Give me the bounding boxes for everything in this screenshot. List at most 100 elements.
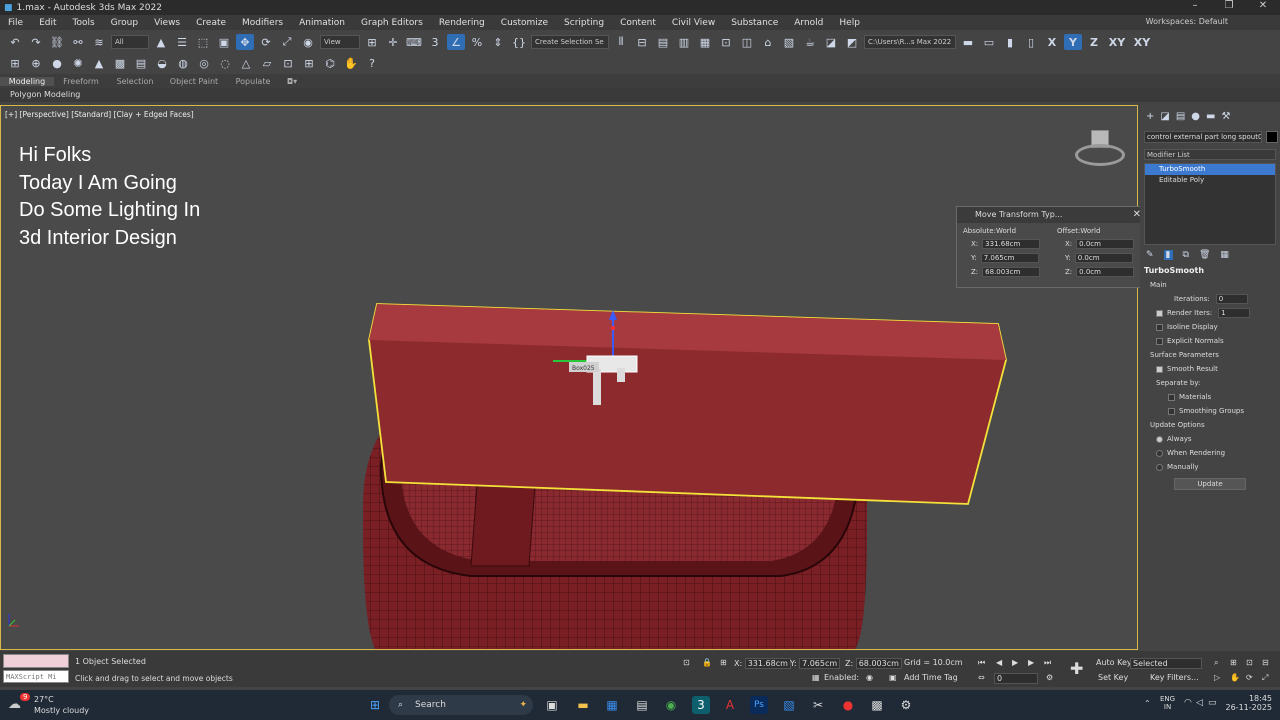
- hand-icon[interactable]: ✋: [342, 55, 360, 71]
- teapot-icon[interactable]: ◒: [153, 55, 171, 71]
- select-by-name-icon[interactable]: ☰: [173, 34, 191, 50]
- menu-edit[interactable]: Edit: [31, 18, 64, 28]
- curve-editor-icon[interactable]: ▦: [696, 34, 714, 50]
- tab-populate[interactable]: Populate: [226, 77, 280, 86]
- add-time-tag[interactable]: Add Time Tag: [904, 673, 958, 682]
- close-button[interactable]: ✕: [1246, 0, 1280, 11]
- hierarchy-tab-icon[interactable]: ▤: [1176, 111, 1185, 122]
- key-set-dropdown[interactable]: Selected: [1130, 658, 1202, 669]
- zoom-extents-all-icon[interactable]: ⊟: [1262, 658, 1269, 667]
- rotate-icon[interactable]: ⟳: [257, 34, 275, 50]
- task-view-icon[interactable]: ▣: [543, 696, 561, 714]
- status-z-field[interactable]: 68.003cm: [855, 658, 902, 669]
- smoothing-groups-checkbox[interactable]: [1168, 407, 1175, 415]
- light-bulb-icon[interactable]: ●: [48, 55, 66, 71]
- schematic-view-icon[interactable]: ⊡: [717, 34, 735, 50]
- object-color-swatch[interactable]: [1266, 131, 1278, 143]
- fov-icon[interactable]: ▷: [1214, 673, 1220, 682]
- modify-tab-icon[interactable]: ◪: [1160, 111, 1169, 122]
- volume-icon[interactable]: ◁: [1196, 698, 1203, 708]
- file-explorer-icon[interactable]: ▬: [574, 696, 592, 714]
- calculator-icon[interactable]: ▤: [633, 696, 651, 714]
- angle-snap-icon[interactable]: ∠: [447, 34, 465, 50]
- link-icon[interactable]: ⛓: [48, 34, 66, 50]
- plane-icon[interactable]: ▱: [258, 55, 276, 71]
- chrome-icon[interactable]: ◉: [662, 696, 680, 714]
- display-tab-icon[interactable]: ▬: [1206, 111, 1215, 122]
- menu-arnold[interactable]: Arnold: [786, 18, 831, 28]
- menu-file[interactable]: File: [0, 18, 31, 28]
- unlink-icon[interactable]: ⚯: [69, 34, 87, 50]
- menu-group[interactable]: Group: [103, 18, 146, 28]
- stack-item-turbosmooth[interactable]: TurboSmooth: [1145, 164, 1275, 175]
- goto-start-icon[interactable]: ⏮: [978, 658, 985, 668]
- snaps-icon[interactable]: 3: [426, 34, 444, 50]
- bind-spacewarp-icon[interactable]: ≋: [90, 34, 108, 50]
- language-indicator[interactable]: ENG IN: [1160, 695, 1175, 711]
- key-mode-icon[interactable]: ⇔: [978, 673, 985, 682]
- menu-civil-view[interactable]: Civil View: [664, 18, 723, 28]
- key-filters-button[interactable]: Key Filters...: [1150, 673, 1199, 682]
- help-icon[interactable]: ?: [363, 55, 381, 71]
- menu-scripting[interactable]: Scripting: [556, 18, 612, 28]
- edit-named-sets-icon[interactable]: {}: [510, 34, 528, 50]
- stack-item-editable-poly[interactable]: Editable Poly: [1145, 175, 1275, 186]
- menu-views[interactable]: Views: [146, 18, 188, 28]
- app-film-icon[interactable]: ▩: [868, 696, 886, 714]
- rect-selection-icon[interactable]: ⬚: [194, 34, 212, 50]
- render-setup-icon[interactable]: ⌂: [759, 34, 777, 50]
- explicit-normals-checkbox[interactable]: [1156, 337, 1163, 345]
- workspaces-selector[interactable]: Workspaces: Default: [1146, 17, 1228, 26]
- cylinder-icon[interactable]: ▤: [132, 55, 150, 71]
- always-radio[interactable]: [1156, 435, 1163, 443]
- pyramid-icon[interactable]: △: [237, 55, 255, 71]
- project-save-icon[interactable]: ▯: [1022, 34, 1040, 50]
- mirror-icon[interactable]: ⫴: [612, 34, 630, 50]
- menu-content[interactable]: Content: [612, 18, 664, 28]
- tab-selection[interactable]: Selection: [108, 77, 162, 86]
- clock[interactable]: 18:45 26-11-2025: [1222, 694, 1273, 712]
- material-editor-icon[interactable]: ◫: [738, 34, 756, 50]
- render-iters-spinner[interactable]: 1: [1218, 308, 1251, 318]
- camera-icon[interactable]: ⌬: [321, 55, 339, 71]
- align-icon[interactable]: ⊟: [633, 34, 651, 50]
- viewcube-icon[interactable]: [1075, 130, 1125, 170]
- wifi-icon[interactable]: ◠: [1184, 698, 1192, 708]
- render-icon[interactable]: ☕: [801, 34, 819, 50]
- off-y-field[interactable]: 0.0cm: [1074, 253, 1133, 263]
- keyboard-shortcut-icon[interactable]: ⌨: [405, 34, 423, 50]
- pan-icon[interactable]: ✋: [1230, 673, 1240, 682]
- window-crossing-icon[interactable]: ▣: [215, 34, 233, 50]
- object-name-field[interactable]: control external part long spout001: [1144, 131, 1262, 143]
- layers-add-icon[interactable]: ⊕: [27, 55, 45, 71]
- tab-freeform[interactable]: Freeform: [54, 77, 108, 86]
- layers-icon[interactable]: ⊞: [6, 55, 24, 71]
- axis-z-button[interactable]: Z: [1085, 34, 1103, 50]
- update-button[interactable]: Update: [1174, 478, 1246, 490]
- undo-icon[interactable]: ↶: [6, 34, 24, 50]
- ribbon-panel[interactable]: Polygon Modeling: [0, 88, 1280, 102]
- axis-xy-button[interactable]: XY: [1106, 34, 1128, 50]
- remove-modifier-icon[interactable]: 🗑: [1199, 250, 1210, 260]
- set-key-button[interactable]: Set Key: [1098, 673, 1128, 682]
- maxscript-mini-input[interactable]: MAXScript Mi: [3, 670, 69, 683]
- abs-y-field[interactable]: 7.065cm: [980, 253, 1039, 263]
- smooth-result-checkbox[interactable]: [1156, 365, 1163, 373]
- abs-mode-icon[interactable]: ⊞: [720, 658, 727, 667]
- time-config-icon[interactable]: ⚙: [1046, 673, 1053, 682]
- maximize-viewport-icon[interactable]: ⤢: [1262, 673, 1268, 683]
- render-iters-checkbox[interactable]: [1156, 309, 1163, 317]
- menu-animation[interactable]: Animation: [291, 18, 353, 28]
- named-selection-dropdown[interactable]: Create Selection Se: [531, 35, 609, 49]
- maximize-button[interactable]: ❐: [1212, 0, 1246, 11]
- menu-customize[interactable]: Customize: [493, 18, 556, 28]
- axis-y-button[interactable]: Y: [1064, 34, 1082, 50]
- abs-z-field[interactable]: 68.003cm: [982, 267, 1041, 277]
- manually-radio[interactable]: [1156, 463, 1163, 471]
- menu-rendering[interactable]: Rendering: [431, 18, 493, 28]
- reference-coord-dropdown[interactable]: View: [320, 35, 360, 49]
- store-icon[interactable]: ▦: [603, 696, 621, 714]
- project-folder-icon[interactable]: ▬: [959, 34, 977, 50]
- tab-modeling[interactable]: Modeling: [0, 76, 54, 86]
- status-y-field[interactable]: 7.065cm: [799, 658, 841, 669]
